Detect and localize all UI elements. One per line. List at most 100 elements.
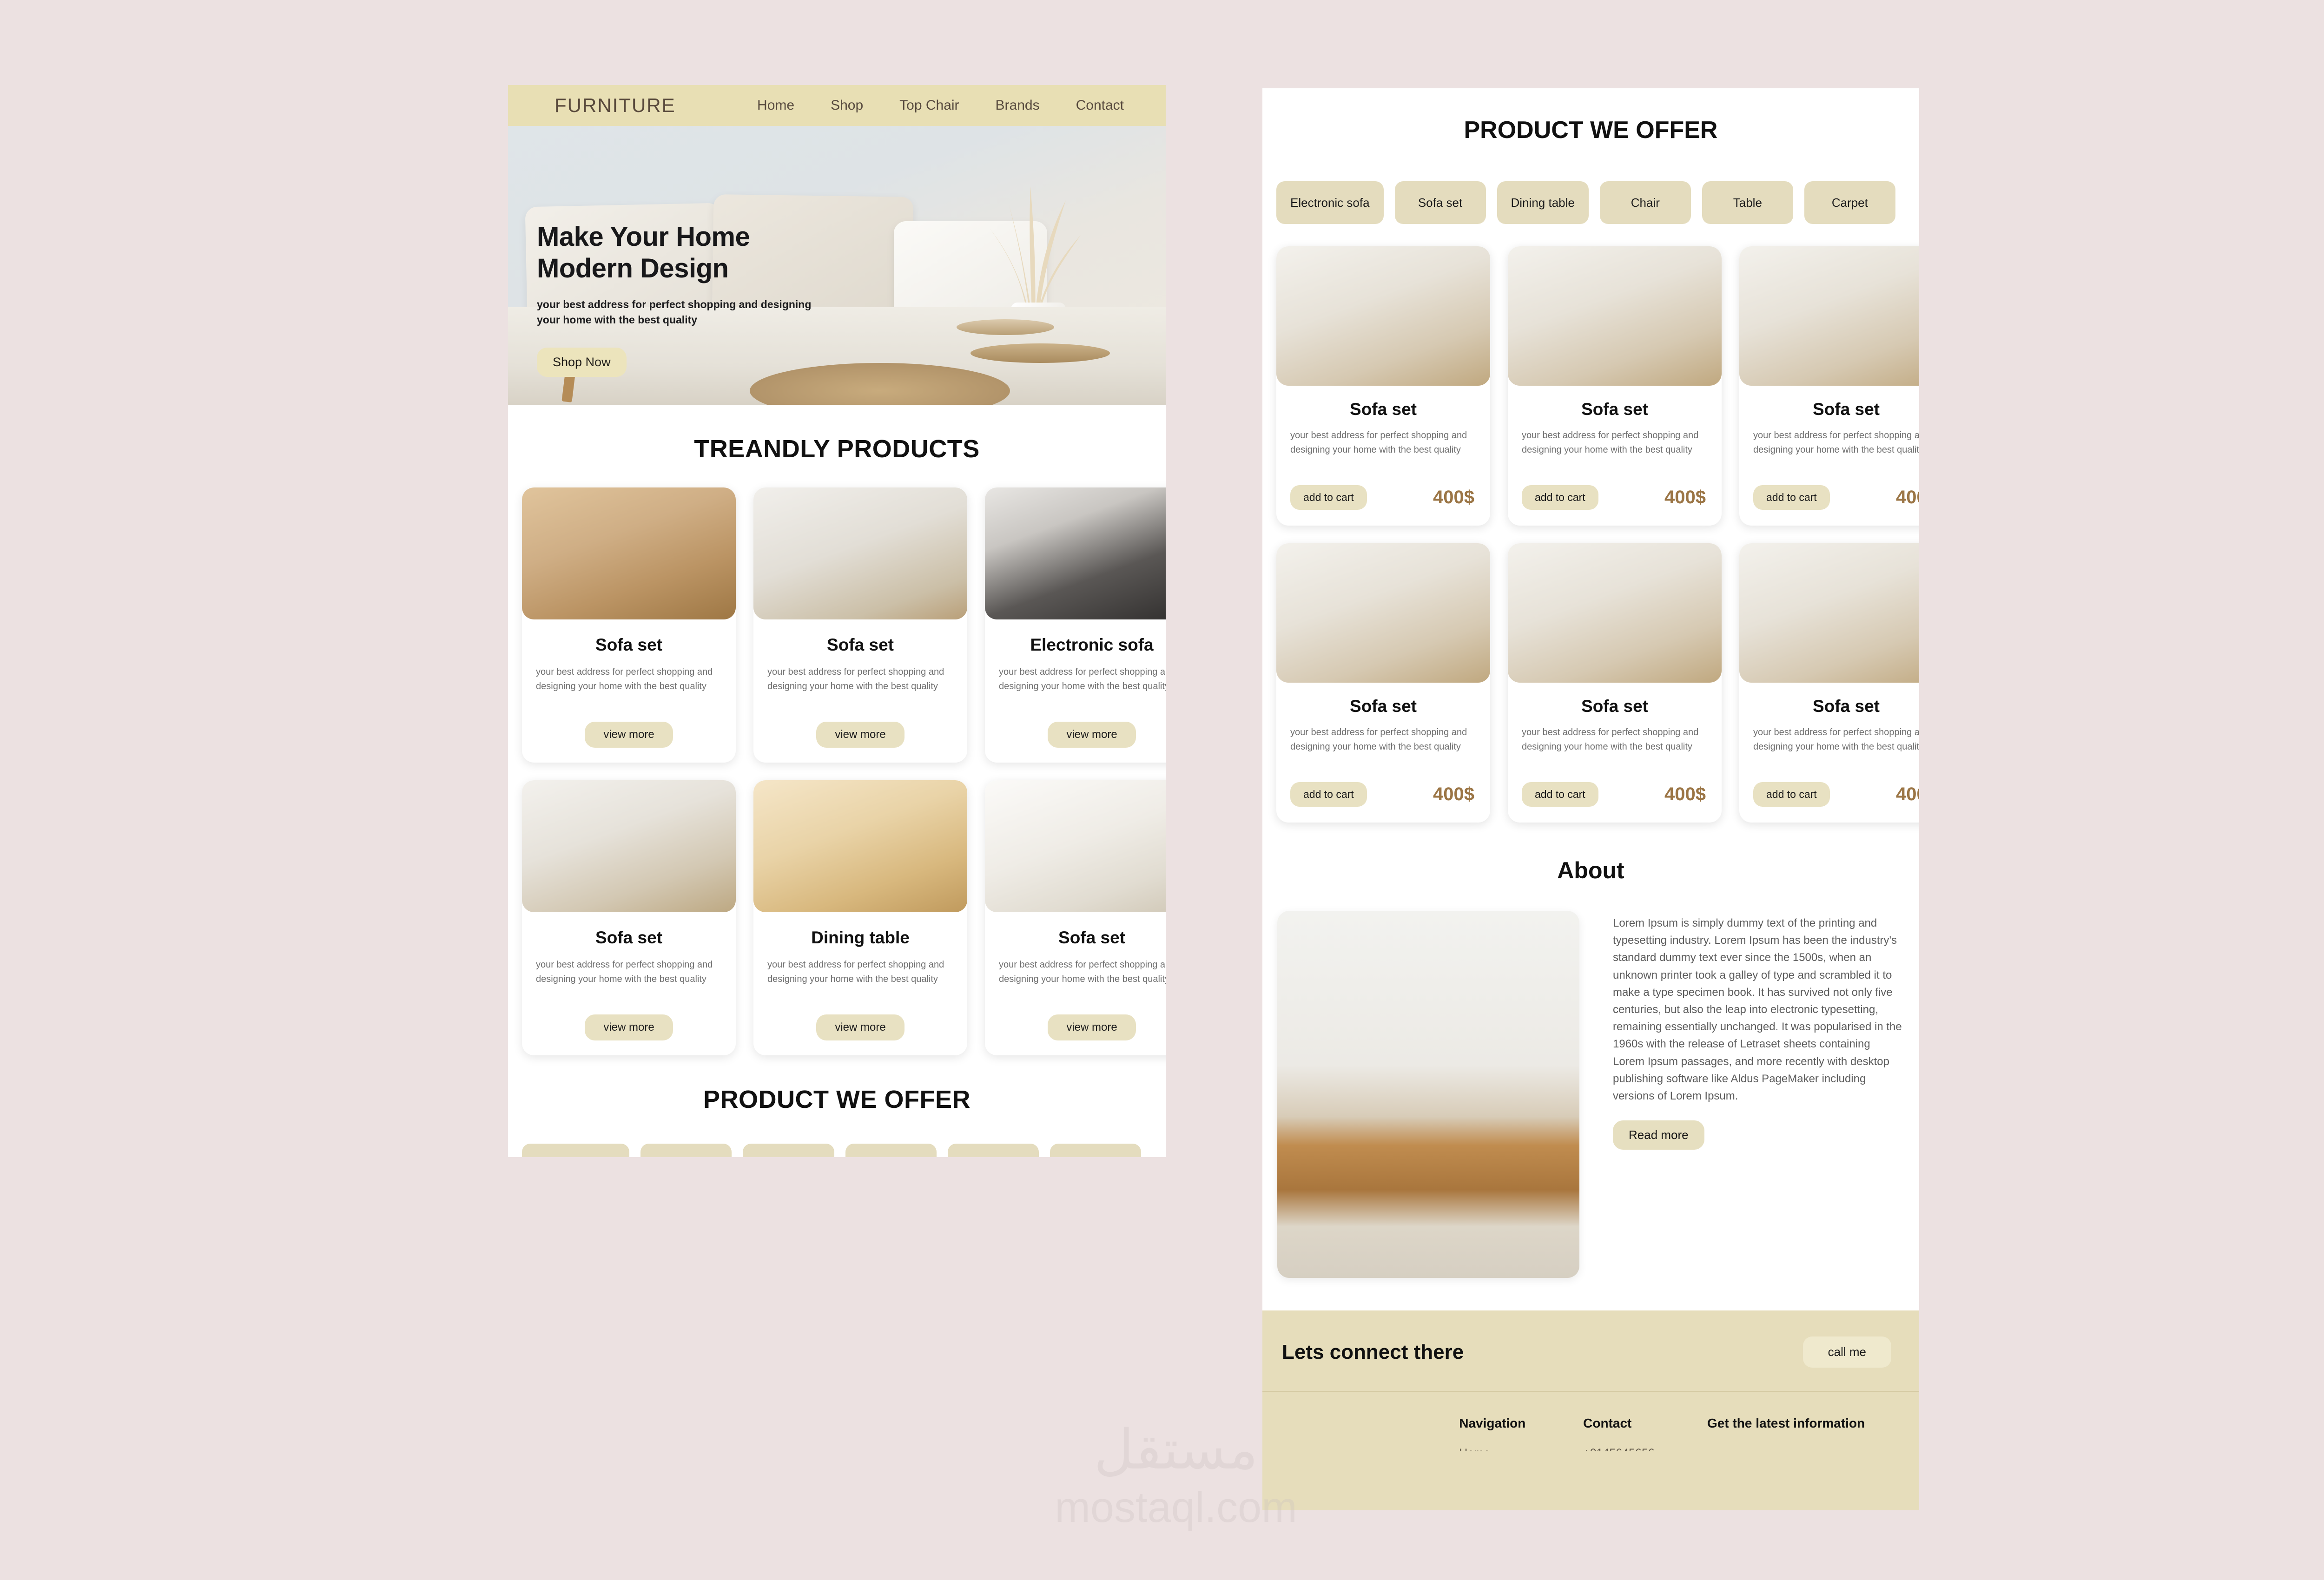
connect-banner: Lets connect there call me: [1262, 1310, 1919, 1391]
view-more-button[interactable]: view more: [1048, 722, 1136, 748]
right-page-mockup: PRODUCT WE OFFER Electronic sofa Sofa se…: [1262, 88, 1919, 1451]
offer-product-card[interactable]: Sofa set your best address for perfect s…: [1508, 246, 1722, 526]
view-more-button[interactable]: view more: [816, 1014, 905, 1040]
product-description: your best address for perfect shopping a…: [999, 667, 1166, 691]
offer-product-card[interactable]: Sofa set your best address for perfect s…: [1276, 246, 1490, 526]
category-chip-sofa-set[interactable]: Sofa set: [640, 1144, 732, 1157]
add-to-cart-button[interactable]: add to cart: [1522, 485, 1598, 510]
category-chip-chair[interactable]: Chair: [1599, 181, 1691, 224]
hero-subtitle-line-1: your best address for perfect shopping a…: [537, 298, 812, 310]
product-price: 400$: [1664, 487, 1706, 507]
product-image: [1508, 246, 1722, 386]
add-to-cart-button[interactable]: add to cart: [1290, 485, 1367, 510]
category-chip-carpet[interactable]: Carpet: [1050, 1144, 1141, 1157]
product-image: [522, 780, 736, 912]
hero-copy-block: Make Your Home Modern Design your best a…: [537, 221, 811, 377]
product-card[interactable]: Sofa set your best address for perfect s…: [522, 780, 736, 1055]
product-title: Sofa set: [1813, 400, 1880, 419]
offer-category-chip-row: Electronic sofa Sofa set Dining table Ch…: [1262, 181, 1919, 224]
product-title: Sofa set: [1581, 697, 1648, 716]
category-chip-dining-table[interactable]: Dining table: [1497, 181, 1589, 224]
hero-banner: Make Your Home Modern Design your best a…: [508, 126, 1166, 405]
category-chip-table[interactable]: Table: [947, 1144, 1039, 1157]
product-title: Sofa set: [1813, 697, 1880, 716]
call-me-button[interactable]: call me: [1802, 1336, 1891, 1368]
product-card[interactable]: Dining table your best address for perfe…: [753, 780, 967, 1055]
product-price: 400$: [1433, 487, 1474, 507]
site-logo[interactable]: FURNITURE: [555, 94, 676, 117]
product-image: [1739, 246, 1919, 386]
product-description: your best address for perfect shopping a…: [767, 667, 944, 691]
product-price: 400$: [1433, 784, 1474, 804]
category-chip-sofa-set[interactable]: Sofa set: [1394, 181, 1486, 224]
view-more-button[interactable]: view more: [585, 722, 673, 748]
site-navbar: FURNITURE Home Shop Top Chair Brands Con…: [508, 85, 1166, 126]
offer-product-card[interactable]: Sofa set your best address for perfect s…: [1739, 543, 1919, 823]
footer-main: FURNITURE: [1262, 1392, 1919, 1451]
product-title: Electronic sofa: [1030, 635, 1154, 654]
hero-subtitle-line-2: your home with the best quality: [537, 314, 698, 326]
read-more-button[interactable]: Read more: [1613, 1120, 1704, 1150]
nav-link-top-chair[interactable]: Top Chair: [899, 98, 959, 113]
nav-link-brands[interactable]: Brands: [996, 98, 1040, 113]
shop-now-button[interactable]: Shop Now: [537, 347, 627, 377]
category-chip-electronic-sofa[interactable]: Electronic sofa: [522, 1144, 629, 1157]
product-image: [985, 780, 1166, 912]
connect-title: Lets connect there: [1282, 1340, 1464, 1363]
nav-link-contact[interactable]: Contact: [1076, 98, 1124, 113]
hero-title-line-1: Make Your Home: [537, 222, 750, 252]
category-chip-chair[interactable]: Chair: [845, 1144, 937, 1157]
add-to-cart-button[interactable]: add to cart: [1753, 485, 1830, 510]
footer-contact-heading: Contact: [1583, 1416, 1632, 1430]
category-chip-carpet[interactable]: Carpet: [1804, 181, 1895, 224]
hero-title: Make Your Home Modern Design: [537, 221, 811, 285]
product-description: your best address for perfect shopping a…: [1522, 430, 1699, 455]
add-to-cart-button[interactable]: add to cart: [1290, 782, 1367, 807]
left-page-mockup: FURNITURE Home Shop Top Chair Brands Con…: [508, 85, 1166, 1157]
product-title: Sofa set: [1058, 928, 1125, 947]
main-navigation: Home Shop Top Chair Brands Contact: [757, 98, 1124, 113]
product-image: [1508, 543, 1722, 683]
trendy-products-grid: Sofa set your best address for perfect s…: [508, 487, 1166, 1055]
footer-navigation-column: Navigation Home About us service: [1459, 1416, 1583, 1451]
about-body-text: Lorem Ipsum is simply dummy text of the …: [1613, 917, 1902, 1102]
footer-newsletter-column: Get the latest information: [1707, 1416, 1898, 1451]
offer-section-heading: PRODUCT WE OFFER: [1464, 117, 1718, 144]
hero-title-line-2: Modern Design: [537, 253, 729, 284]
hero-side-table-small: [957, 319, 1054, 335]
product-price: 400$: [1896, 784, 1919, 804]
product-title: Sofa set: [1350, 400, 1417, 419]
view-more-button[interactable]: view more: [1048, 1014, 1136, 1040]
hero-side-table: [971, 343, 1110, 363]
add-to-cart-button[interactable]: add to cart: [1753, 782, 1830, 807]
product-description: your best address for perfect shopping a…: [536, 960, 713, 984]
offer-product-card[interactable]: Sofa set your best address for perfect s…: [1508, 543, 1722, 823]
footer-nav-heading: Navigation: [1459, 1416, 1526, 1430]
view-more-button[interactable]: view more: [816, 722, 905, 748]
product-description: your best address for perfect shopping a…: [1753, 727, 1919, 752]
offer-product-card[interactable]: Sofa set your best address for perfect s…: [1739, 246, 1919, 526]
hero-subtitle: your best address for perfect shopping a…: [537, 297, 811, 328]
product-image: [753, 487, 967, 619]
product-card[interactable]: Sofa set your best address for perfect s…: [985, 780, 1166, 1055]
category-chip-dining-table[interactable]: Dining table: [742, 1144, 834, 1157]
category-chip-table[interactable]: Table: [1702, 181, 1793, 224]
product-card[interactable]: Sofa set your best address for perfect s…: [753, 487, 967, 763]
nav-link-home[interactable]: Home: [757, 98, 794, 113]
product-price: 400$: [1896, 487, 1919, 507]
product-card[interactable]: Electronic sofa your best address for pe…: [985, 487, 1166, 763]
product-image: [522, 487, 736, 619]
product-title: Sofa set: [1581, 400, 1648, 419]
footer-link-home[interactable]: Home: [1459, 1447, 1583, 1451]
product-title: Dining table: [811, 928, 910, 947]
product-description: your best address for perfect shopping a…: [1290, 727, 1467, 752]
add-to-cart-button[interactable]: add to cart: [1522, 782, 1598, 807]
nav-link-shop[interactable]: Shop: [831, 98, 863, 113]
category-chip-row: Electronic sofa Sofa set Dining table Ch…: [508, 1144, 1166, 1157]
footer-contact-phone[interactable]: +0145645656: [1583, 1447, 1707, 1451]
view-more-button[interactable]: view more: [585, 1014, 673, 1040]
category-chip-electronic-sofa[interactable]: Electronic sofa: [1276, 181, 1384, 224]
product-card[interactable]: Sofa set your best address for perfect s…: [522, 487, 736, 763]
offer-product-card[interactable]: Sofa set your best address for perfect s…: [1276, 543, 1490, 823]
product-image: [985, 487, 1166, 619]
